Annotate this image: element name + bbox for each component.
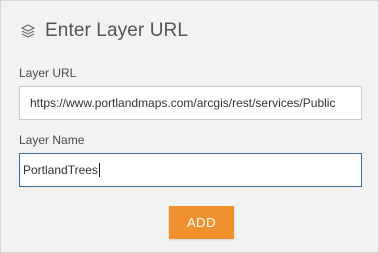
- add-button[interactable]: ADD: [169, 206, 234, 239]
- page-title: Enter Layer URL: [45, 20, 189, 41]
- layer-url-label: Layer URL: [19, 66, 77, 80]
- layer-name-input[interactable]: PortlandTrees: [19, 153, 362, 187]
- layer-url-value: https://www.portlandmaps.com/arcgis/rest…: [30, 96, 336, 110]
- text-caret: [98, 163, 100, 177]
- layer-name-label: Layer Name: [19, 133, 85, 147]
- enter-layer-url-panel: Enter Layer URL Layer URL https://www.po…: [0, 0, 379, 253]
- layer-name-value: PortlandTrees: [23, 163, 98, 177]
- layer-url-input[interactable]: https://www.portlandmaps.com/arcgis/rest…: [19, 86, 362, 120]
- layers-icon: [19, 22, 37, 40]
- panel-header: Enter Layer URL: [19, 18, 188, 44]
